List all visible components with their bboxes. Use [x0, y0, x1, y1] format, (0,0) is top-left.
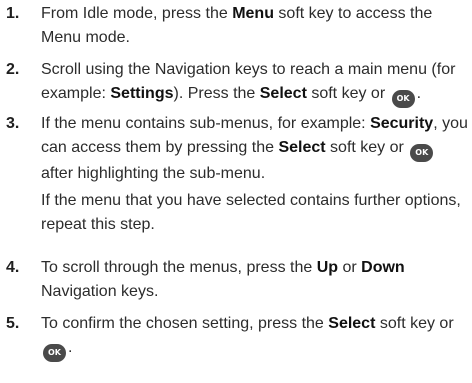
step-text: To scroll through the menus, press the U… [41, 259, 405, 300]
ok-key-icon: OK [43, 343, 66, 362]
step-number: 2. [6, 61, 20, 78]
menu-key-term: Menu [232, 5, 274, 22]
step-number: 3. [6, 115, 20, 132]
step-2: 2. Scroll using the Navigation keys to r… [0, 58, 472, 108]
ok-key-icon: OK [410, 143, 434, 162]
down-key-term: Down [361, 259, 405, 276]
ok-key-icon: OK [391, 89, 415, 108]
instruction-steps: 1. From Idle mode, press the Menu soft k… [0, 0, 472, 383]
step-5: 5. To confirm the chosen setting, press … [0, 312, 472, 362]
step-number: 4. [6, 259, 20, 276]
security-term: Security [370, 115, 434, 132]
step-3: 3. If the menu contains sub-menus, for e… [0, 112, 472, 236]
step-text: From Idle mode, press the Menu soft key … [41, 5, 433, 46]
step-note: If the menu that you have selected conta… [41, 192, 461, 233]
step-text: Scroll using the Navigation keys to reac… [41, 58, 470, 108]
step-1: 1. From Idle mode, press the Menu soft k… [0, 2, 472, 49]
step-number: 5. [6, 315, 20, 332]
settings-term: Settings [110, 84, 174, 102]
select-key-term: Select [328, 315, 376, 332]
up-key-term: Up [316, 259, 339, 276]
select-key-term: Select [259, 84, 307, 102]
step-text: If the menu contains sub-menus, for exam… [41, 112, 470, 236]
select-key-term: Select [278, 138, 326, 156]
step-number: 1. [6, 5, 20, 22]
step-text: To confirm the chosen setting, press the… [41, 312, 470, 362]
step-4: 4. To scroll through the menus, press th… [0, 256, 472, 303]
